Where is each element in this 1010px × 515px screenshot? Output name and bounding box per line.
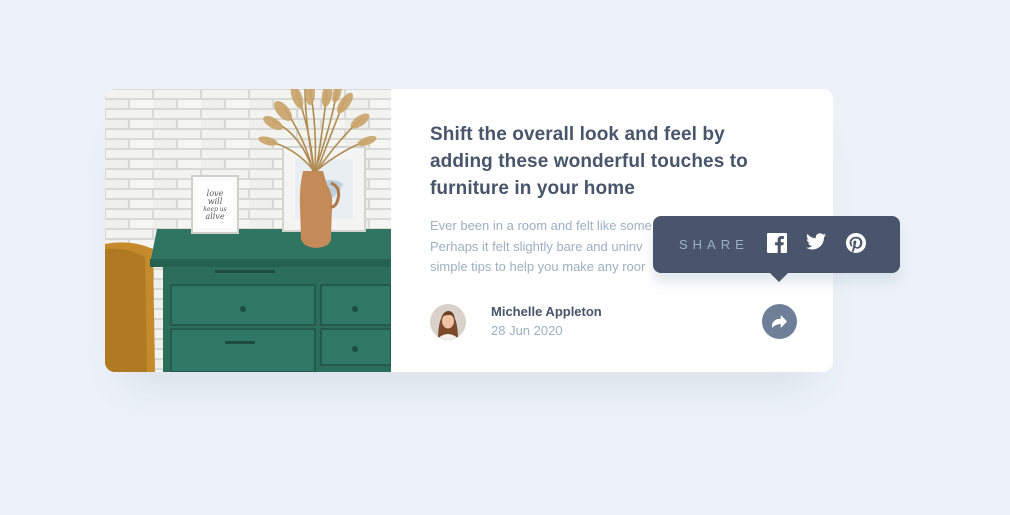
- twitter-icon: [806, 233, 826, 250]
- author-row: Michelle Appleton 28 Jun 2020: [430, 302, 798, 342]
- share-tooltip: SHARE: [653, 216, 900, 282]
- excerpt-line: Perhaps it felt slightly bare and uninv: [430, 238, 643, 254]
- excerpt-line: simple tips to help you make any roor: [430, 259, 646, 274]
- svg-text:will: will: [208, 197, 223, 206]
- share-label: SHARE: [679, 237, 749, 252]
- article-image: love will keep us alive: [105, 89, 391, 372]
- author-name: Michelle Appleton: [491, 304, 602, 319]
- pinterest-icon: [846, 233, 866, 253]
- pinterest-link[interactable]: [846, 233, 868, 255]
- share-arrow-icon: [772, 315, 787, 328]
- article-title: Shift the overall look and feel by addin…: [430, 124, 748, 199]
- author-avatar: [430, 304, 466, 340]
- twitter-link[interactable]: [806, 233, 828, 255]
- facebook-link[interactable]: [767, 233, 789, 255]
- svg-text:alive: alive: [205, 212, 224, 221]
- share-button[interactable]: [762, 304, 797, 339]
- post-date: 28 Jun 2020: [491, 323, 563, 338]
- excerpt-line: Ever been in a room and felt like some: [430, 218, 652, 233]
- facebook-icon: [767, 233, 787, 253]
